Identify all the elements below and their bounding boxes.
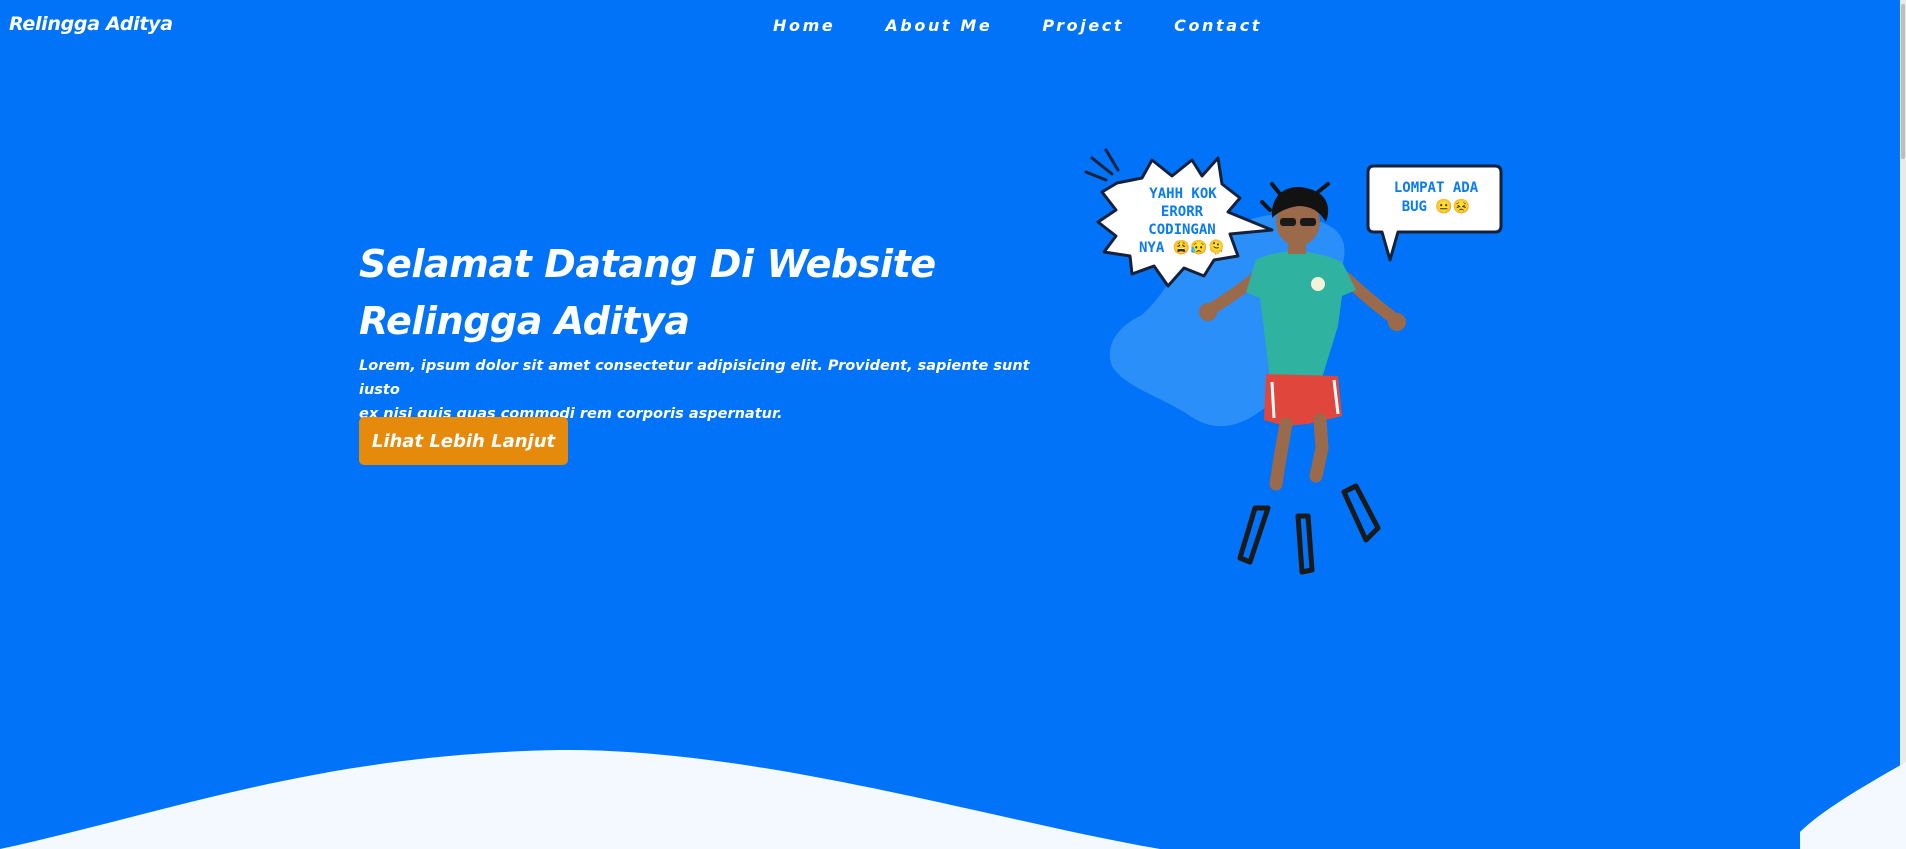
jump-motion-marks: [1237, 483, 1381, 575]
hero-title-line-2: Relingga Aditya: [359, 299, 690, 343]
bubble-left-line-3: CODINGAN: [1148, 222, 1215, 238]
hero-description: Lorem, ipsum dolor sit amet consectetur …: [359, 354, 1059, 426]
see-more-button[interactable]: Lihat Lebih Lanjut: [359, 417, 568, 465]
brand-logo[interactable]: Relingga Aditya: [9, 13, 173, 35]
bubble-right-line-2: BUG 😐😣: [1402, 198, 1471, 215]
hero-title: Selamat Datang Di Website Relingga Adity…: [359, 236, 999, 350]
nav-about-me[interactable]: About Me: [885, 16, 992, 35]
main-nav: Home About Me Project Contact: [773, 16, 1312, 35]
hero-description-line-1: Lorem, ipsum dolor sit amet consectetur …: [359, 358, 1030, 398]
nav-contact[interactable]: Contact: [1174, 16, 1262, 35]
bottom-wave: [0, 749, 1906, 849]
burst-lines: [1084, 148, 1120, 182]
nav-project[interactable]: Project: [1042, 16, 1124, 35]
bubble-left-line-2: ERORR: [1161, 204, 1204, 220]
nav-home[interactable]: Home: [773, 16, 835, 35]
bubble-left-line-1: YAHH KOK: [1149, 186, 1217, 202]
bubble-left-line-4: NYA 😩😥🫠: [1139, 238, 1225, 256]
bubble-right-line-1: LOMPAT ADA: [1394, 180, 1479, 196]
scrollbar-thumb[interactable]: [1901, 4, 1905, 159]
hero-title-line-1: Selamat Datang Di Website: [359, 242, 936, 286]
jumping-boy-illustration: YAHH KOK ERORR CODINGAN NYA 😩😥🫠 LOMPAT A…: [1084, 148, 1503, 575]
